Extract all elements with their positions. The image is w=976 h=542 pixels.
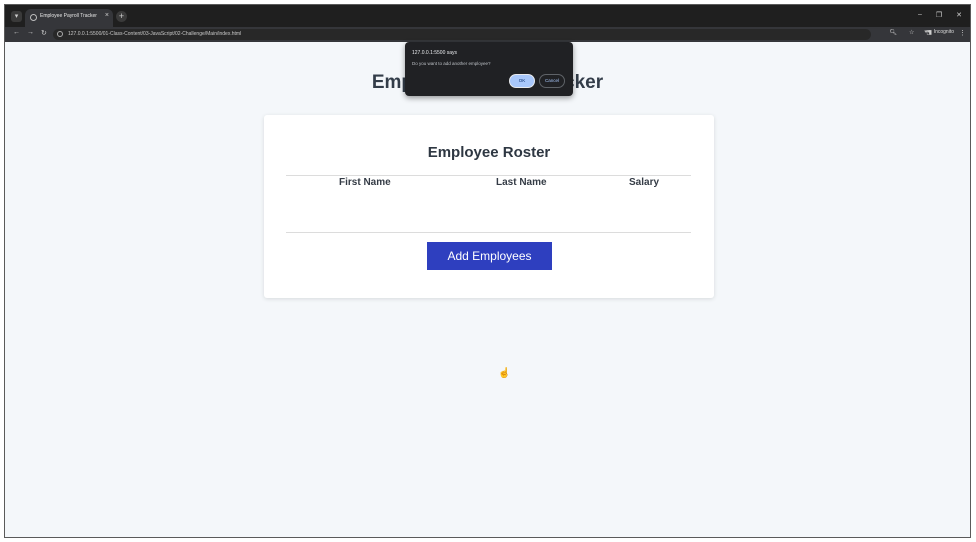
tab-bar: ▾ Employee Payroll Tracker × + – ❐ ✕ (5, 5, 970, 27)
minimize-icon[interactable]: – (918, 11, 922, 19)
page-content: Employee Payroll Tracker Employee Roster… (5, 42, 970, 537)
tab-search-icon[interactable]: ▾ (11, 11, 22, 22)
window-controls: – ❐ ✕ (918, 11, 962, 19)
column-header-salary: Salary (629, 177, 660, 188)
close-window-icon[interactable]: ✕ (956, 11, 962, 19)
ok-button[interactable]: OK (509, 74, 535, 88)
incognito-label: Incognito (933, 29, 954, 35)
table-divider-top (286, 175, 691, 176)
cancel-button[interactable]: Cancel (539, 74, 565, 88)
browser-toolbar: ← → ↻ 127.0.0.1:5500/01-Class-Content/03… (5, 27, 970, 42)
browser-tab[interactable]: Employee Payroll Tracker × (25, 9, 113, 27)
confirm-dialog: 127.0.0.1:5500 says Do you want to add a… (405, 42, 573, 96)
incognito-icon: 🕶︎ (924, 29, 931, 35)
restore-icon[interactable]: ❐ (936, 11, 942, 19)
dialog-message: Do you want to add another employee? (412, 61, 491, 66)
incognito-badge[interactable]: 🕶︎ Incognito (924, 29, 954, 35)
table-divider-bottom (286, 232, 691, 233)
url-text: 127.0.0.1:5500/01-Class-Content/03-JavaS… (68, 31, 242, 37)
globe-icon (30, 14, 37, 21)
roster-title: Employee Roster (427, 144, 551, 161)
column-header-first-name: First Name (339, 177, 391, 188)
back-icon[interactable]: ← (13, 29, 20, 36)
forward-icon[interactable]: → (27, 29, 34, 36)
zoom-icon[interactable]: 🔍︎ (889, 29, 897, 36)
reload-icon[interactable]: ↻ (41, 29, 47, 37)
new-tab-icon[interactable]: + (116, 11, 127, 22)
site-info-icon[interactable] (57, 31, 63, 37)
add-employees-button[interactable]: Add Employees (427, 242, 552, 270)
roster-card: Employee Roster First Name Last Name Sal… (264, 115, 714, 298)
tab-title: Employee Payroll Tracker (40, 13, 97, 19)
hand-cursor-icon: ☝ (498, 368, 511, 379)
close-tab-icon[interactable]: × (105, 12, 109, 19)
browser-window: ▾ Employee Payroll Tracker × + – ❐ ✕ ← →… (4, 4, 971, 538)
address-bar[interactable]: 127.0.0.1:5500/01-Class-Content/03-JavaS… (53, 29, 871, 40)
dialog-origin: 127.0.0.1:5500 says (412, 50, 458, 56)
menu-icon[interactable]: ⋮ (959, 29, 966, 37)
bookmark-star-icon[interactable]: ☆ (909, 29, 914, 36)
column-header-last-name: Last Name (496, 177, 547, 188)
